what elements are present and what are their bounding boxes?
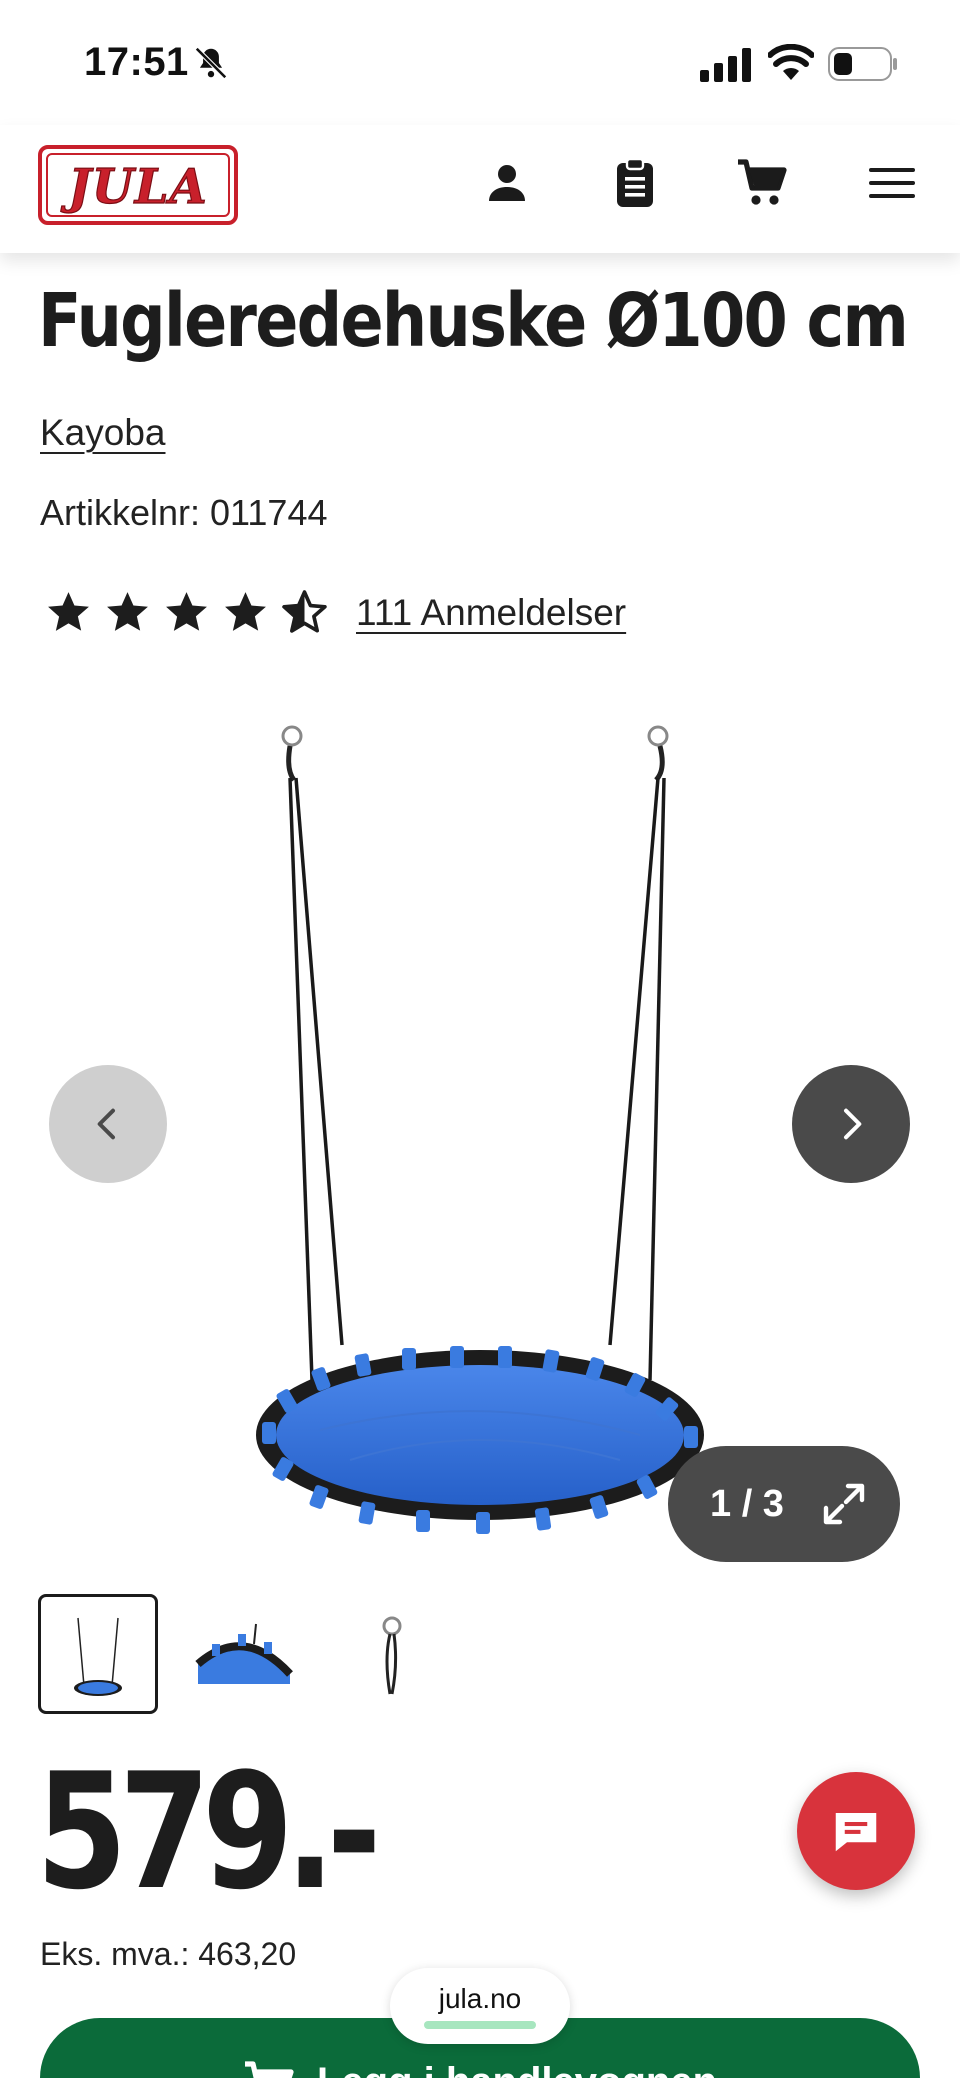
product-title: Fugleredehuske Ø100 cm [38,278,909,364]
bell-off-icon [195,47,227,79]
jula-logo[interactable]: JULA [38,145,238,225]
clipboard-icon [617,157,653,207]
expand-icon [823,1483,865,1525]
star-full-icon [48,592,89,631]
reviews-link[interactable]: 111 Anmeldelser [356,592,626,634]
star-full-icon [166,592,207,631]
thumbnail-1[interactable] [38,1594,158,1714]
previous-image-button[interactable] [49,1065,167,1183]
cart-button[interactable] [732,153,792,213]
next-image-button[interactable] [792,1065,910,1183]
thumbnail-image [195,1623,293,1684]
gallery-thumbnails [38,1594,450,1714]
product-price: 579.- [36,1738,381,1925]
star-full-icon [225,592,266,631]
svg-text:JULA: JULA [60,159,208,215]
add-to-cart-label: Legg i handlevognen [317,2060,717,2078]
star-half-icon [282,590,327,633]
user-icon [489,165,525,201]
chevron-right-icon [844,1108,862,1140]
article-number: Artikkelnr: 011744 [40,492,328,533]
rating-stars[interactable] [44,588,329,638]
gallery-counter: 1 / 3 [710,1482,784,1525]
battery-icon [828,47,897,81]
price-ex-vat: Eks. mva.: 463,20 [40,1936,297,1972]
thumbnail-image [74,1617,122,1696]
shopping-list-button[interactable] [605,153,665,213]
cellular-signal-icon [700,48,751,82]
thumbnail-image [382,1616,402,1695]
thumbnail-2[interactable] [184,1594,304,1714]
menu-icon [869,168,915,198]
site-header: JULA [0,125,960,253]
product-image [256,725,704,1534]
page-load-indicator [424,2021,536,2029]
chat-icon [835,1813,877,1852]
chat-button[interactable] [797,1772,915,1890]
star-full-icon [107,592,148,631]
browser-url: jula.no [438,1983,522,2014]
cart-icon [738,159,787,205]
cart-icon [244,2061,294,2078]
status-time: 17:51 [84,40,189,84]
gallery-counter-fullscreen-button[interactable]: 1 / 3 [668,1446,900,1562]
status-bar: 17:51 [0,0,960,125]
browser-url-pill[interactable]: jula.no [390,1968,570,2044]
menu-button[interactable] [862,153,922,213]
account-button[interactable] [477,153,537,213]
chevron-left-icon [97,1108,115,1140]
brand-link[interactable]: Kayoba [40,412,166,454]
thumbnail-3[interactable] [330,1594,450,1714]
product-gallery[interactable]: 1 / 3 [0,690,960,1570]
wifi-icon [768,44,814,80]
